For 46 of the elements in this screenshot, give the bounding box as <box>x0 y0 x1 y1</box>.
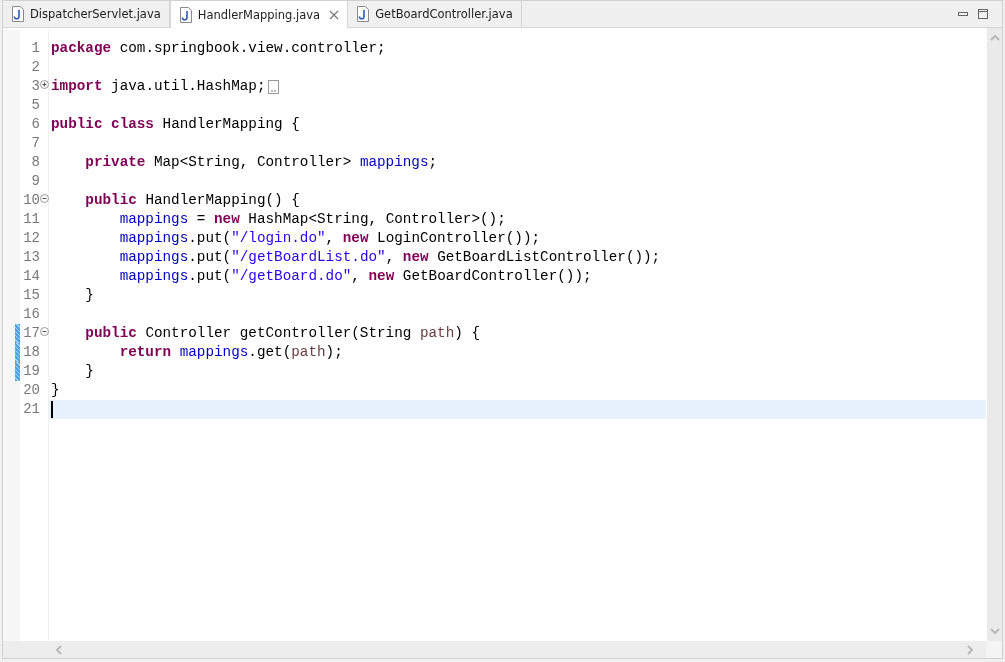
line-number: 9 <box>31 172 40 191</box>
code-line: } <box>84 362 94 381</box>
code-line: return mappings.get(path); <box>118 343 343 362</box>
java-file-icon <box>356 6 371 22</box>
code-line: public HandlerMapping() { <box>84 191 300 210</box>
editor-tab[interactable]: HandlerMapping.java <box>169 1 349 28</box>
folded-code-icon[interactable] <box>267 79 279 94</box>
line-number: 16 <box>23 305 40 324</box>
collapse-icon[interactable] <box>40 327 49 336</box>
line-number: 18 <box>23 343 40 362</box>
maximize-icon[interactable] <box>978 9 988 19</box>
code-line: mappings.put("/getBoard.do", new GetBoardController()); <box>118 267 592 286</box>
java-file-icon <box>178 6 193 23</box>
code-line: mappings = new HashMap<String, Controller>(); <box>118 210 506 229</box>
code-line: public Controller getController(String path) { <box>84 324 480 343</box>
code-line: package com.springbook.view.controller; <box>51 39 386 58</box>
expand-icon[interactable] <box>40 80 49 89</box>
line-number: 21 <box>23 400 40 419</box>
collapse-icon[interactable] <box>40 194 49 203</box>
line-number: 8 <box>31 153 40 172</box>
code-line: } <box>51 381 60 400</box>
line-number: 6 <box>31 115 40 134</box>
minimize-icon[interactable] <box>958 12 968 16</box>
close-icon[interactable] <box>329 9 340 20</box>
line-number: 1 <box>31 39 40 58</box>
java-file-icon <box>11 6 25 22</box>
line-number: 15 <box>23 286 40 305</box>
line-number: 20 <box>23 381 40 400</box>
line-number: 3 <box>31 77 40 96</box>
code-line: private Map<String, Controller> mappings; <box>84 153 438 172</box>
line-number: 7 <box>31 134 40 153</box>
line-number: 14 <box>23 267 40 286</box>
line-number: 12 <box>23 229 40 248</box>
code-line: } <box>84 286 94 305</box>
line-number: 19 <box>23 362 40 381</box>
line-number: 5 <box>31 96 40 115</box>
code-line: import java.util.HashMap; <box>51 77 266 96</box>
line-number: 2 <box>31 58 40 77</box>
line-number: 13 <box>23 248 40 267</box>
line-number: 11 <box>23 210 40 229</box>
line-number: 10 <box>23 191 40 210</box>
line-number: 17 <box>23 324 40 343</box>
code-line: mappings.put("/getBoardList.do", new GetBoardListController()); <box>118 248 661 267</box>
code-line: mappings.put("/login.do", new LoginController()); <box>118 229 541 248</box>
code-line: public class HandlerMapping { <box>51 115 300 134</box>
text-cursor <box>51 401 53 418</box>
